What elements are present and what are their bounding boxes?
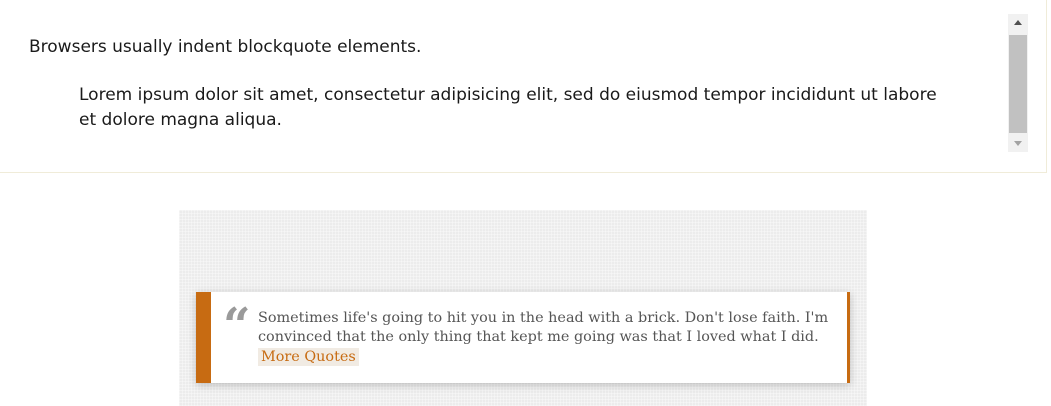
result-frame: Browsers usually indent blockquote eleme… [0,0,1047,173]
quote-mark-icon: “ [223,298,251,354]
scroll-up-button[interactable] [1008,14,1028,32]
browser-blockquote: Lorem ipsum dolor sit amet, consectetur … [79,85,937,130]
intro-text: Browsers usually indent blockquote eleme… [29,37,422,57]
styled-quote-demo: “ Sometimes life's going to hit you in t… [179,210,867,406]
scroll-up-icon [1014,20,1022,25]
scroll-thumb[interactable] [1009,35,1027,133]
vertical-scrollbar[interactable] [1008,14,1028,152]
quote-body: Sometimes life's going to hit you in the… [258,310,829,345]
styled-quote-text: Sometimes life's going to hit you in the… [258,309,848,367]
more-quotes-link[interactable]: More Quotes [258,348,359,366]
styled-blockquote-card: “ Sometimes life's going to hit you in t… [196,292,850,383]
scroll-down-button[interactable] [1008,134,1028,152]
scroll-down-icon [1014,141,1022,146]
